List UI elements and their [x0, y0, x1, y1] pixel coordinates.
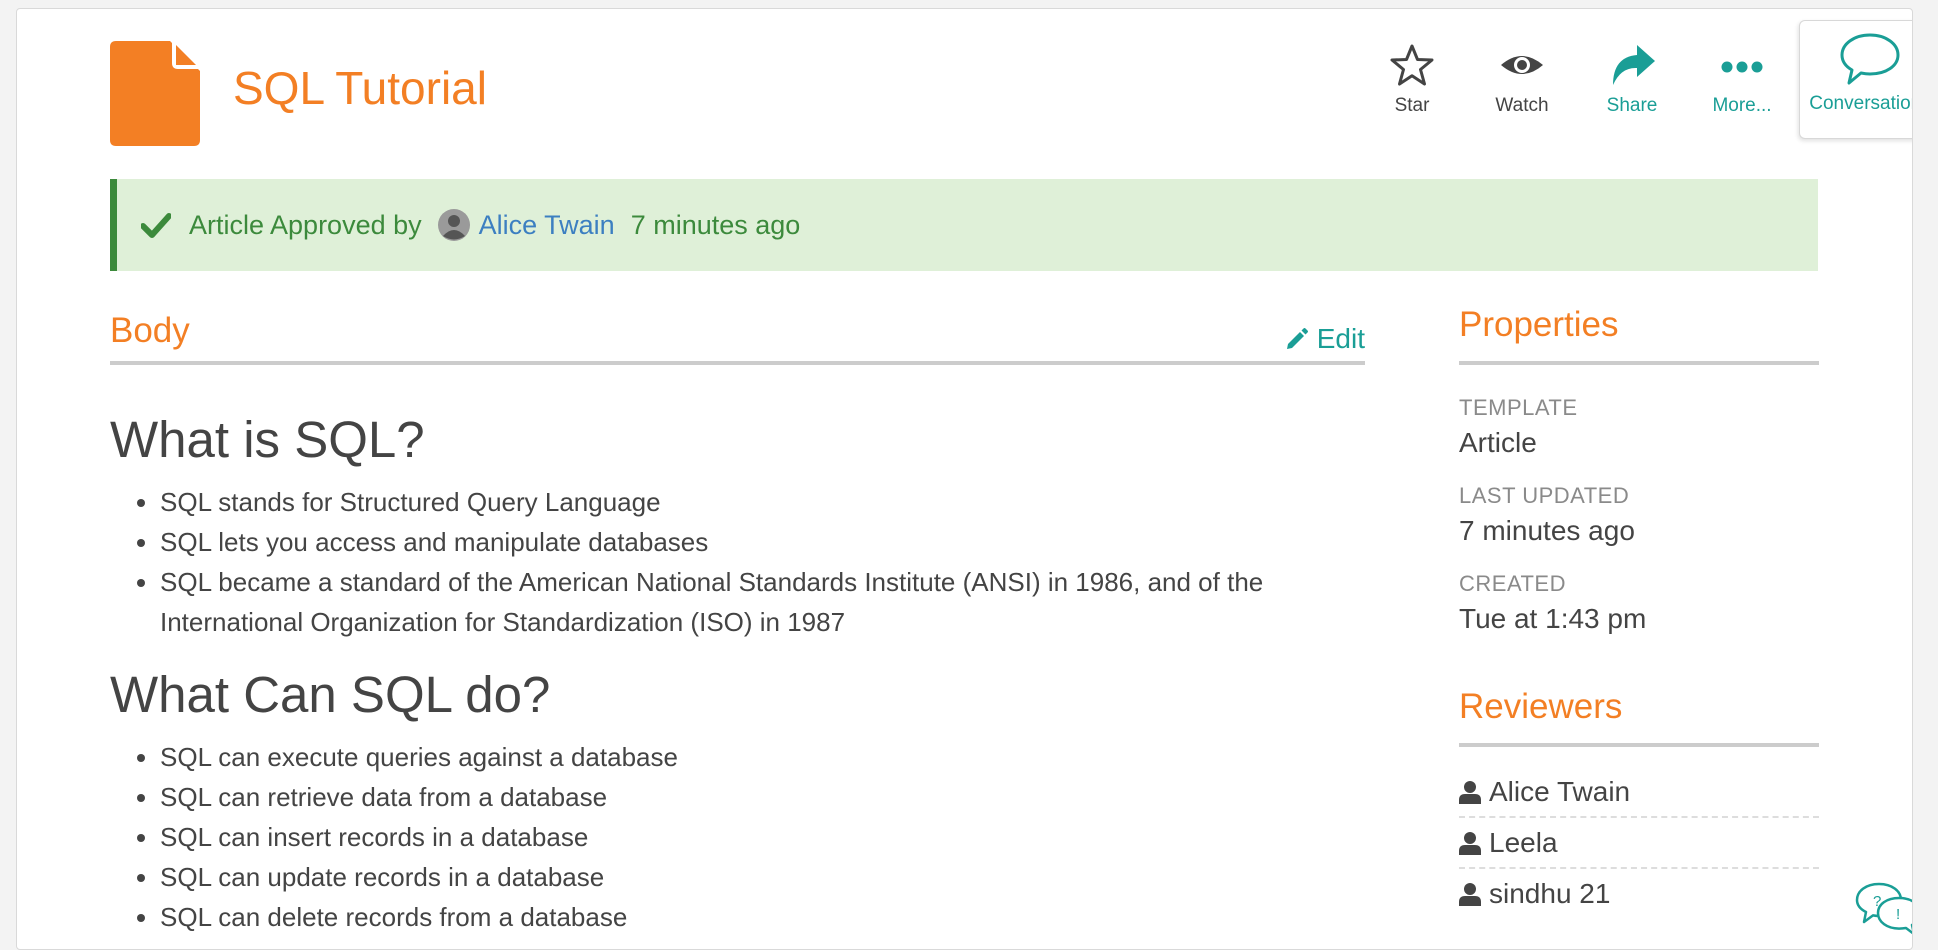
body-heading: Body [110, 311, 190, 350]
user-icon [1459, 780, 1481, 804]
avatar [437, 209, 470, 241]
watch-button[interactable]: Watch [1467, 43, 1577, 117]
more-icon [1721, 61, 1763, 73]
reviewer-item[interactable]: Leela [1459, 818, 1819, 869]
last-updated-label: LAST UPDATED [1459, 483, 1630, 508]
section-heading: What Can SQL do? [110, 666, 551, 724]
help-chat-icon[interactable]: ? ! [1855, 881, 1913, 937]
approval-text: Article Approved by [189, 209, 422, 240]
list-item: SQL stands for Structured Query Language [160, 482, 1370, 522]
template-label: TEMPLATE [1459, 395, 1578, 420]
user-icon [1459, 831, 1481, 855]
page-title: SQL Tutorial [233, 62, 487, 114]
bullet-list: SQL stands for Structured Query Language… [110, 482, 1370, 642]
reviewer-list: Alice Twain Leela sindhu 21 [1459, 767, 1819, 918]
edit-button[interactable]: Edit [1285, 323, 1365, 355]
list-item: SQL can execute queries against a databa… [160, 737, 1370, 777]
more-button[interactable]: More... [1687, 43, 1797, 117]
share-label: Share [1606, 95, 1658, 116]
action-toolbar: Star Watch Share More... [1357, 43, 1797, 117]
share-icon [1613, 45, 1655, 85]
template-value: Article [1459, 427, 1537, 458]
watch-label: Watch [1495, 95, 1549, 116]
approval-banner: Article Approved by Alice Twain 7 minute… [110, 179, 1818, 271]
star-button[interactable]: Star [1357, 43, 1467, 117]
created-label: CREATED [1459, 571, 1566, 596]
sidebar: Properties TEMPLATE Article LAST UPDATED… [1459, 305, 1819, 918]
list-item: SQL lets you access and manipulate datab… [160, 522, 1370, 562]
list-item: SQL can update records in a database [160, 857, 1370, 897]
approver-link[interactable]: Alice Twain [479, 210, 615, 241]
last-updated-value: 7 minutes ago [1459, 515, 1635, 546]
created-value: Tue at 1:43 pm [1459, 603, 1647, 634]
edit-label: Edit [1316, 323, 1365, 354]
reviewer-item[interactable]: sindhu 21 [1459, 869, 1819, 918]
properties-heading: Properties [1459, 299, 1819, 365]
reviewers-section: Reviewers Alice Twain Leela sindhu 21 [1459, 681, 1819, 918]
reviewers-heading: Reviewers [1459, 681, 1819, 747]
list-item: SQL can insert records in a database [160, 817, 1370, 857]
section-heading: What is SQL? [110, 411, 425, 468]
list-item: SQL can delete records from a database [160, 897, 1370, 937]
list-item: SQL became a standard of the American Na… [160, 562, 1370, 642]
approval-time: 7 minutes ago [630, 209, 801, 240]
pencil-icon [1286, 328, 1308, 349]
star-label: Star [1394, 95, 1430, 116]
reviewer-item[interactable]: Alice Twain [1459, 767, 1819, 818]
eye-icon [1501, 56, 1543, 74]
star-icon [1390, 44, 1434, 86]
svg-text:!: ! [1896, 906, 1900, 923]
more-label: More... [1712, 95, 1772, 116]
conversations-label: Conversations [1809, 93, 1912, 114]
article-body: What is SQL? SQL stands for Structured Q… [110, 409, 1370, 937]
reviewer-name: sindhu 21 [1489, 877, 1611, 909]
speech-bubble-icon [1840, 33, 1900, 85]
check-icon [141, 212, 171, 238]
reviewer-name: Alice Twain [1489, 775, 1631, 807]
list-item: SQL can retrieve data from a database [160, 777, 1370, 817]
conversations-tab[interactable]: Conversations [1799, 20, 1912, 139]
user-icon [1459, 882, 1481, 906]
document-icon [110, 41, 200, 146]
reviewer-name: Leela [1489, 826, 1558, 858]
body-section-header: Body Edit [110, 305, 1365, 365]
share-button[interactable]: Share [1577, 43, 1687, 117]
bullet-list: SQL can execute queries against a databa… [110, 737, 1370, 937]
article-page: SQL Tutorial Star Watch Share More... Co… [16, 8, 1913, 950]
